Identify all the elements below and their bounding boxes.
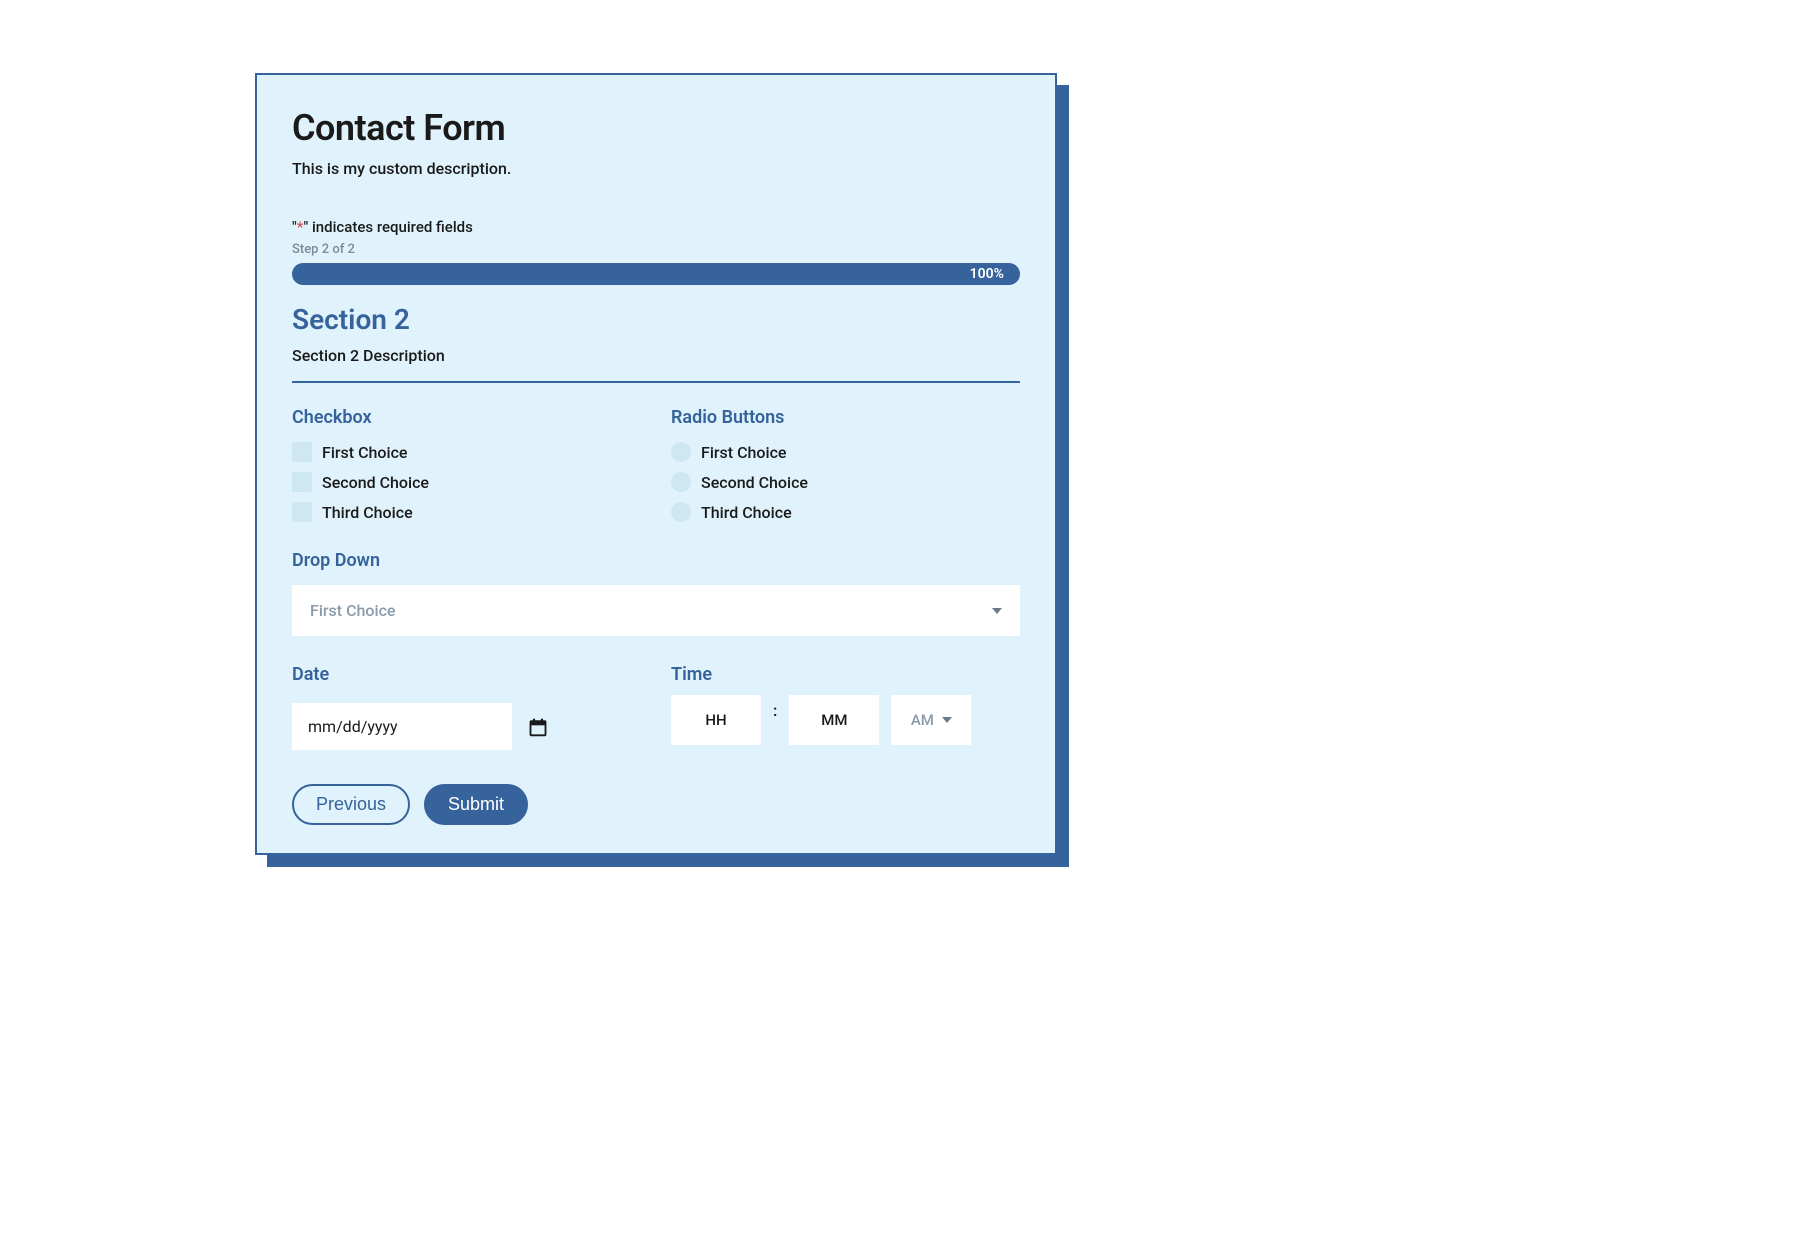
submit-button[interactable]: Submit — [424, 784, 528, 825]
radio-option-label: Second Choice — [701, 473, 808, 492]
time-minutes-placeholder: MM — [821, 711, 847, 729]
time-separator: : — [773, 701, 777, 720]
checkbox-option-label: Third Choice — [322, 503, 413, 522]
calendar-icon[interactable] — [528, 717, 548, 737]
checkbox-radio-row: Checkbox First Choice Second Choice Thir… — [292, 407, 1020, 522]
date-time-row: Date mm/dd/yyyy Time — [292, 664, 1020, 750]
section-description: Section 2 Description — [292, 346, 1020, 365]
radio-option[interactable]: Third Choice — [671, 502, 1020, 522]
checkbox-icon — [292, 502, 312, 522]
checkbox-option[interactable]: First Choice — [292, 442, 641, 462]
section-divider — [292, 381, 1020, 383]
step-indicator: Step 2 of 2 — [292, 242, 1020, 257]
radio-option-label: First Choice — [701, 443, 787, 462]
date-input-row: mm/dd/yyyy — [292, 703, 641, 750]
required-fields-note: "*" indicates required fields — [292, 218, 1020, 236]
radio-group: Radio Buttons First Choice Second Choice… — [671, 407, 1020, 522]
dropdown-select[interactable]: First Choice — [292, 585, 1020, 636]
required-quote-text: " indicates required fields — [303, 218, 472, 236]
checkbox-group: Checkbox First Choice Second Choice Thir… — [292, 407, 641, 522]
time-minutes-input[interactable]: MM — [789, 695, 879, 745]
checkbox-label: Checkbox — [292, 407, 641, 428]
time-group: Time HH : MM AM — [671, 664, 1020, 745]
checkbox-option[interactable]: Third Choice — [292, 502, 641, 522]
checkbox-icon — [292, 472, 312, 492]
radio-option-label: Third Choice — [701, 503, 792, 522]
checkbox-option-label: Second Choice — [322, 473, 429, 492]
form-title: Contact Form — [292, 107, 1020, 149]
date-label: Date — [292, 664, 641, 685]
checkbox-list: First Choice Second Choice Third Choice — [292, 442, 641, 522]
radio-option[interactable]: Second Choice — [671, 472, 1020, 492]
progress-bar: 100% — [292, 263, 1020, 285]
radio-list: First Choice Second Choice Third Choice — [671, 442, 1020, 522]
previous-button[interactable]: Previous — [292, 784, 410, 825]
time-hours-placeholder: HH — [705, 711, 726, 729]
checkbox-option-label: First Choice — [322, 443, 408, 462]
time-hours-input[interactable]: HH — [671, 695, 761, 745]
form-panel: Contact Form This is my custom descripti… — [255, 73, 1057, 855]
checkbox-icon — [292, 442, 312, 462]
time-ampm-value: AM — [911, 711, 934, 729]
chevron-down-icon — [942, 717, 952, 723]
dropdown-group: Drop Down First Choice — [292, 550, 1020, 636]
date-placeholder: mm/dd/yyyy — [308, 717, 398, 736]
radio-icon — [671, 472, 691, 492]
form-actions: Previous Submit — [292, 784, 1020, 825]
date-group: Date mm/dd/yyyy — [292, 664, 641, 750]
section-title: Section 2 — [292, 303, 1020, 336]
time-ampm-select[interactable]: AM — [891, 695, 971, 745]
chevron-down-icon — [992, 608, 1002, 614]
form-description: This is my custom description. — [292, 159, 1020, 178]
form-container: Contact Form This is my custom descripti… — [255, 73, 1057, 855]
radio-icon — [671, 502, 691, 522]
checkbox-option[interactable]: Second Choice — [292, 472, 641, 492]
dropdown-selected-value: First Choice — [310, 601, 396, 620]
date-input[interactable]: mm/dd/yyyy — [292, 703, 512, 750]
radio-icon — [671, 442, 691, 462]
time-label: Time — [671, 664, 1020, 685]
radio-option[interactable]: First Choice — [671, 442, 1020, 462]
radio-label: Radio Buttons — [671, 407, 1020, 428]
time-input-row: HH : MM AM — [671, 695, 1020, 745]
dropdown-label: Drop Down — [292, 550, 1020, 571]
progress-percentage: 100% — [970, 266, 1004, 282]
